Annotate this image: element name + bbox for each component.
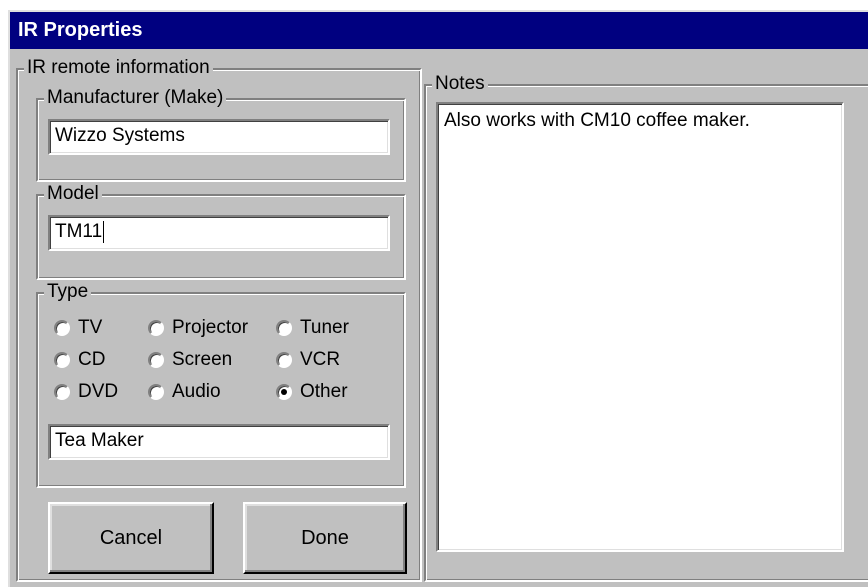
model-label: Model <box>44 182 102 206</box>
radio-label: TV <box>78 317 103 338</box>
radio-button-icon <box>54 352 70 368</box>
radio-other[interactable]: Other <box>276 380 348 404</box>
radio-label: Tuner <box>300 317 349 338</box>
radio-button-icon <box>54 320 70 336</box>
notes-label: Notes <box>432 72 488 96</box>
remote-info-label: IR remote information <box>24 56 213 80</box>
radio-label: VCR <box>300 349 341 370</box>
cancel-button[interactable]: Cancel <box>48 502 214 574</box>
radio-label: DVD <box>78 381 119 402</box>
radio-button-icon <box>54 384 70 400</box>
radio-dvd[interactable]: DVD <box>54 380 118 404</box>
done-button[interactable]: Done <box>243 502 407 574</box>
manufacturer-label: Manufacturer (Make) <box>44 86 227 110</box>
radio-button-icon <box>276 384 292 400</box>
radio-vcr[interactable]: VCR <box>276 348 340 372</box>
ir-properties-window: IR Properties IR remote information Manu… <box>8 10 868 587</box>
radio-audio[interactable]: Audio <box>148 380 221 404</box>
radio-button-icon <box>148 352 164 368</box>
radio-button-icon <box>148 320 164 336</box>
manufacturer-field[interactable]: Wizzo Systems <box>48 119 390 155</box>
title-bar: IR Properties <box>10 12 868 49</box>
radio-cd[interactable]: CD <box>54 348 105 372</box>
radio-tuner[interactable]: Tuner <box>276 316 349 340</box>
radio-button-icon <box>276 352 292 368</box>
text-caret <box>103 220 105 243</box>
radio-label: Projector <box>172 317 249 338</box>
radio-button-icon <box>148 384 164 400</box>
radio-label: CD <box>78 349 106 370</box>
radio-label: Audio <box>172 381 221 402</box>
radio-label: Screen <box>172 349 233 370</box>
other-type-field[interactable]: Tea Maker <box>48 424 390 460</box>
radio-screen[interactable]: Screen <box>148 348 232 372</box>
notes-textarea[interactable]: Also works with CM10 coffee maker. <box>436 102 844 552</box>
radio-button-icon <box>276 320 292 336</box>
model-field[interactable]: TM11 <box>48 215 390 251</box>
radio-tv[interactable]: TV <box>54 316 102 340</box>
radio-projector[interactable]: Projector <box>148 316 248 340</box>
radio-label: Other <box>300 381 348 402</box>
model-value: TM11 <box>55 221 103 242</box>
type-label: Type <box>44 280 92 304</box>
